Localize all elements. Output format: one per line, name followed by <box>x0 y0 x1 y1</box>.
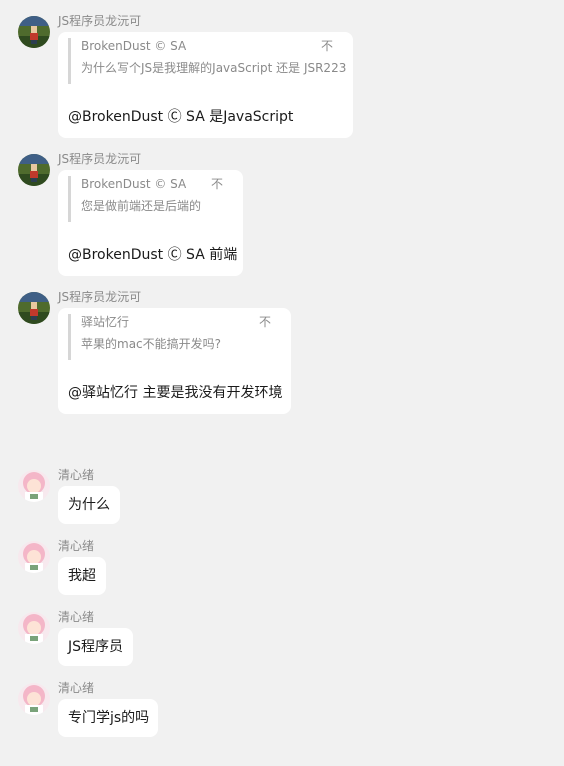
message-bubble[interactable]: 我超 <box>58 557 106 595</box>
reply-quote[interactable]: BrokenDust © SA 为什么写个JS是我理解的JavaScript 还… <box>68 38 347 84</box>
sender-name: JS程序员龙沅可 <box>58 14 142 28</box>
message-text: 为什么 <box>68 497 110 513</box>
avatar[interactable] <box>18 612 50 644</box>
message-bubble[interactable]: BrokenDust © SA 为什么写个JS是我理解的JavaScript 还… <box>58 32 353 138</box>
quote-jump-icon[interactable]: 不 <box>259 314 271 330</box>
quote-text: 苹果的mac不能搞开发吗? <box>81 337 222 351</box>
message-text: @BrokenDust Ⓒ SA 是JavaScript <box>68 109 294 125</box>
sender-name: JS程序员龙沅可 <box>58 290 142 304</box>
message-bubble[interactable]: BrokenDust © SA 您是做前端还是后端的 不 @BrokenDust… <box>58 170 243 276</box>
message-text: 专门学js的吗 <box>68 710 150 726</box>
avatar[interactable] <box>18 541 50 573</box>
quote-text: 您是做前端还是后端的 <box>81 199 202 213</box>
quote-author: BrokenDust © SA <box>81 39 187 53</box>
avatar[interactable] <box>18 470 50 502</box>
reply-quote[interactable]: BrokenDust © SA 您是做前端还是后端的 不 <box>68 176 228 222</box>
message-bubble[interactable]: JS程序员 <box>58 628 133 666</box>
message-bubble[interactable]: 为什么 <box>58 486 120 524</box>
avatar[interactable] <box>18 292 50 324</box>
message-text: JS程序员 <box>68 639 124 655</box>
avatar[interactable] <box>18 154 50 186</box>
sender-name: 清心绪 <box>58 610 95 624</box>
message-text: 我超 <box>68 568 96 584</box>
avatar[interactable] <box>18 683 50 715</box>
quote-jump-icon[interactable]: 不 <box>321 38 333 54</box>
quote-text: 为什么写个JS是我理解的JavaScript 还是 JSR223 <box>81 61 347 75</box>
message-bubble[interactable]: 专门学js的吗 <box>58 699 158 737</box>
reply-quote[interactable]: 驿站忆行 苹果的mac不能搞开发吗? 不 <box>68 314 278 360</box>
message-text: @BrokenDust Ⓒ SA 前端 <box>68 247 238 263</box>
sender-name: 清心绪 <box>58 681 95 695</box>
quote-author: 驿站忆行 <box>81 315 130 329</box>
message-text: @驿站忆行 主要是我没有开发环境 <box>68 385 283 401</box>
sender-name: JS程序员龙沅可 <box>58 152 142 166</box>
quote-jump-icon[interactable]: 不 <box>211 176 223 192</box>
sender-name: 清心绪 <box>58 468 95 482</box>
avatar[interactable] <box>18 16 50 48</box>
sender-name: 清心绪 <box>58 539 95 553</box>
message-bubble[interactable]: 驿站忆行 苹果的mac不能搞开发吗? 不 @驿站忆行 主要是我没有开发环境 <box>58 308 291 414</box>
quote-author: BrokenDust © SA <box>81 177 187 191</box>
